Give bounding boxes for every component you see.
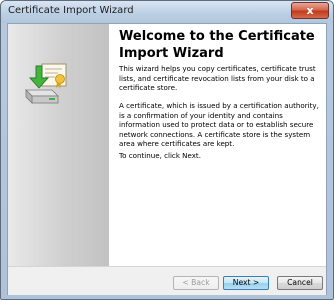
intro-paragraph: This wizard helps you copy certificates,… (119, 64, 316, 92)
page-title: Welcome to the Certificate Import Wizard (119, 29, 315, 61)
cancel-button[interactable]: Cancel (277, 276, 323, 290)
back-button[interactable]: < Back (173, 276, 219, 290)
certificate-wizard-icon (25, 63, 67, 104)
wizard-side-panel (8, 24, 109, 266)
next-button[interactable]: Next > (223, 276, 269, 290)
close-button[interactable]: x (291, 2, 329, 19)
title-bar[interactable]: Certificate Import Wizard x (1, 1, 333, 23)
certificate-description: A certificate, which is issued by a cert… (119, 101, 319, 148)
continue-instruction: To continue, click Next. (119, 151, 201, 160)
wizard-body: Welcome to the Certificate Import Wizard… (7, 23, 327, 295)
wizard-footer: < Back Next > Cancel (8, 267, 326, 295)
window-title: Certificate Import Wizard (8, 5, 134, 16)
wizard-window: Certificate Import Wizard x Welcome to t… (0, 0, 334, 300)
